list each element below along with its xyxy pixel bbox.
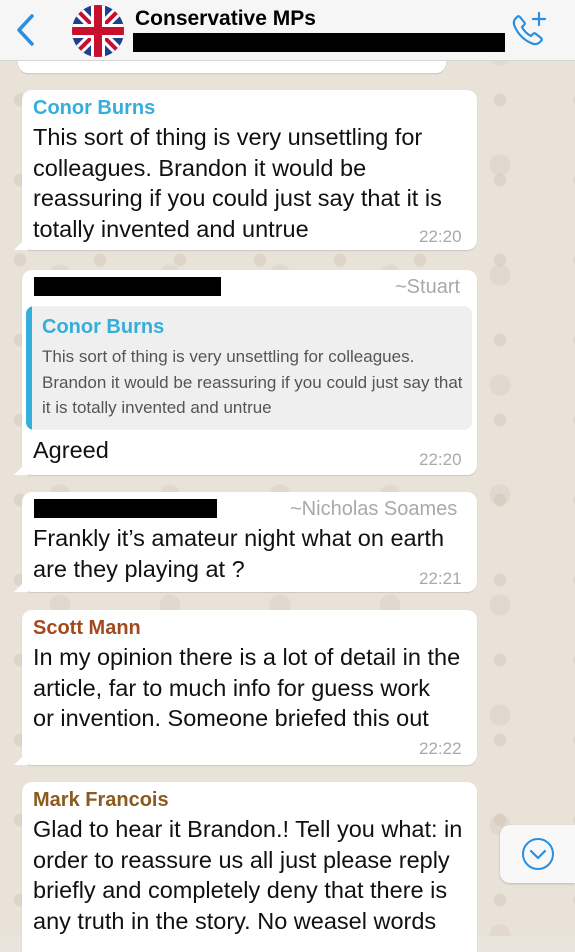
message-time: 22:20 [419, 227, 462, 246]
quoted-message[interactable]: Conor Burns This sort of thing is very u… [26, 306, 472, 430]
quote-sender-name: Conor Burns [42, 316, 165, 338]
bubble-tail [14, 578, 28, 592]
message-text: Glad to hear it Brandon.! Tell you what:… [33, 816, 463, 934]
sender-handle: ~Stuart [395, 276, 461, 298]
redacted-members-list [133, 33, 505, 52]
redacted-phone-number [34, 277, 221, 296]
sender-handle: ~Nicholas Soames [290, 498, 458, 520]
chat-header: Conservative MPs [0, 0, 575, 61]
message-bubble[interactable]: Conor Burns This sort of thing is very u… [14, 90, 477, 250]
sender-name: Conor Burns [33, 97, 156, 119]
message-text: This sort of thing is very unsettling fo… [33, 124, 442, 242]
bubble-tail [14, 461, 28, 475]
message-bubble[interactable]: Scott Mann In my opinion there is a lot … [14, 610, 477, 765]
bubble-tail [14, 236, 28, 250]
message-bubble[interactable]: ~Stuart Conor Burns This sort of thing i… [14, 270, 477, 475]
redacted-phone-number [34, 499, 217, 518]
bubble-tail [14, 751, 28, 765]
message-text: In my opinion there is a lot of detail i… [33, 644, 461, 731]
union-jack-avatar[interactable] [72, 5, 124, 57]
chat-title[interactable]: Conservative MPs [135, 7, 316, 31]
chevron-down-icon [522, 838, 554, 870]
back-chevron-icon[interactable] [10, 10, 40, 50]
add-call-icon[interactable] [508, 8, 550, 50]
message-text: Frankly it’s amateur night what on earth… [33, 525, 445, 582]
message-bubble[interactable]: ~Nicholas Soames Frankly it’s amateur ni… [14, 492, 477, 592]
quote-accent-bar [26, 306, 32, 430]
message-time: 22:20 [419, 450, 462, 469]
message-bubble[interactable]: Mark Francois Glad to hear it Brandon.! … [22, 782, 477, 952]
message-time: 22:22 [419, 739, 462, 758]
sender-name: Mark Francois [33, 789, 169, 811]
message-text: Agreed [33, 437, 109, 463]
sender-name: Scott Mann [33, 617, 141, 639]
scroll-to-bottom-button[interactable] [500, 825, 575, 883]
quote-text: This sort of thing is very unsettling fo… [42, 347, 463, 417]
message-time: 22:21 [419, 569, 462, 588]
